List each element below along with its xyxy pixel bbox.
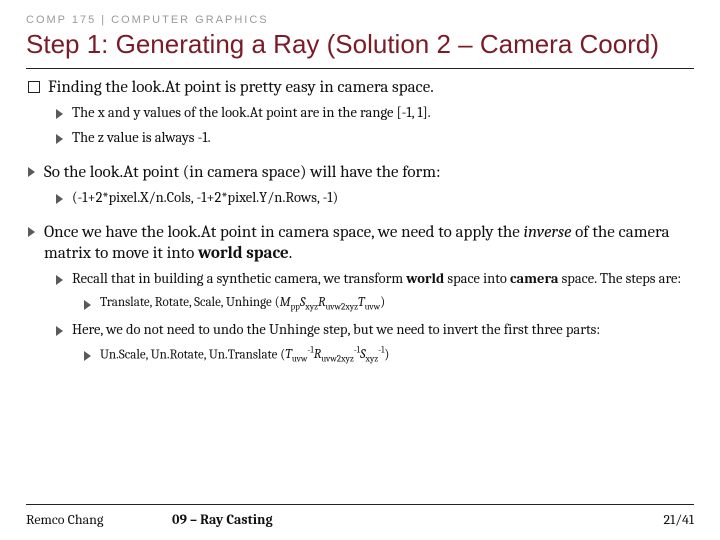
text-span: . (289, 244, 293, 263)
math-expr: Tuvw-1Ruvw2xyz-1Sxyz-1 (285, 347, 384, 362)
text-span: Recall that in building a synthetic came… (72, 270, 406, 287)
slide-title: Step 1: Generating a Ray (Solution 2 – C… (26, 30, 694, 60)
triangle-bullet-icon (56, 194, 63, 204)
bullet-lvl3: Translate, Rotate, Scale, Unhinge (MppSx… (26, 295, 694, 314)
triangle-bullet-icon (56, 275, 63, 285)
footer-author: Remco Chang (26, 511, 166, 528)
bullet-lvl3: Un.Scale, Un.Rotate, Un.Translate (Tuvw-… (26, 346, 694, 367)
text-span: Un.Scale, Un.Rotate, Un.Translate ( (100, 347, 285, 362)
text-span: Translate, Rotate, Scale, Unhinge ( (100, 295, 280, 310)
bullet-text: The z value is always -1. (72, 129, 211, 148)
footer-page-number: 21/41 (664, 511, 695, 528)
title-rule (26, 68, 694, 69)
bullet-lvl2: The z value is always -1. (26, 129, 694, 148)
bullet-lvl2: Here, we do not need to undo the Unhinge… (26, 321, 694, 340)
triangle-bullet-icon (28, 167, 35, 177)
bullet-lvl1: Once we have the look.At point in camera… (26, 222, 694, 265)
triangle-bullet-icon (56, 326, 63, 336)
footer-chapter: 09 – Ray Casting (172, 511, 273, 528)
italic-span: inverse (524, 223, 572, 242)
bullet-text: Once we have the look.At point in camera… (44, 222, 694, 265)
square-bullet-icon (28, 81, 40, 93)
course-tag: COMP 175 | COMPUTER GRAPHICS (26, 14, 694, 26)
bullet-text: (-1+2*pixel.X/n.Cols, -1+2*pixel.Y/n.Row… (72, 189, 338, 208)
text-span: space. The steps are: (558, 270, 681, 287)
triangle-bullet-icon (84, 351, 91, 361)
bullet-text: Un.Scale, Un.Rotate, Un.Translate (Tuvw-… (100, 346, 389, 367)
bullet-lvl2: Recall that in building a synthetic came… (26, 270, 694, 289)
text-span: space into (444, 270, 510, 287)
triangle-bullet-icon (56, 134, 63, 144)
bold-span: world space (198, 244, 289, 263)
slide: COMP 175 | COMPUTER GRAPHICS Step 1: Gen… (0, 0, 720, 540)
bullet-text: Recall that in building a synthetic came… (72, 270, 681, 289)
text-span: ) (384, 347, 389, 362)
footer: Remco Chang 09 – Ray Casting 21/41 (26, 504, 694, 528)
text-span: Once we have the look.At point in camera… (44, 223, 524, 242)
bullet-lvl2: The x and y values of the look.At point … (26, 104, 694, 123)
bullet-text: The x and y values of the look.At point … (72, 104, 431, 123)
math-expr: MppSxyzRuvw2xyzTuvw (280, 295, 381, 310)
slide-body: Finding the look.At point is pretty easy… (26, 77, 694, 366)
bullet-lvl2: (-1+2*pixel.X/n.Cols, -1+2*pixel.Y/n.Row… (26, 189, 694, 208)
triangle-bullet-icon (84, 300, 91, 310)
text-span: ) (380, 295, 385, 310)
bullet-lvl1: So the look.At point (in camera space) w… (26, 162, 694, 183)
triangle-bullet-icon (56, 109, 63, 119)
bullet-text: Translate, Rotate, Scale, Unhinge (MppSx… (100, 295, 385, 314)
bullet-text: Here, we do not need to undo the Unhinge… (72, 321, 600, 340)
bullet-text: So the look.At point (in camera space) w… (44, 162, 441, 183)
bullet-text: Finding the look.At point is pretty easy… (48, 77, 434, 98)
bold-span: world (406, 270, 444, 287)
bullet-lvl1: Finding the look.At point is pretty easy… (26, 77, 694, 98)
bold-span: camera (510, 270, 558, 287)
triangle-bullet-icon (28, 227, 35, 237)
